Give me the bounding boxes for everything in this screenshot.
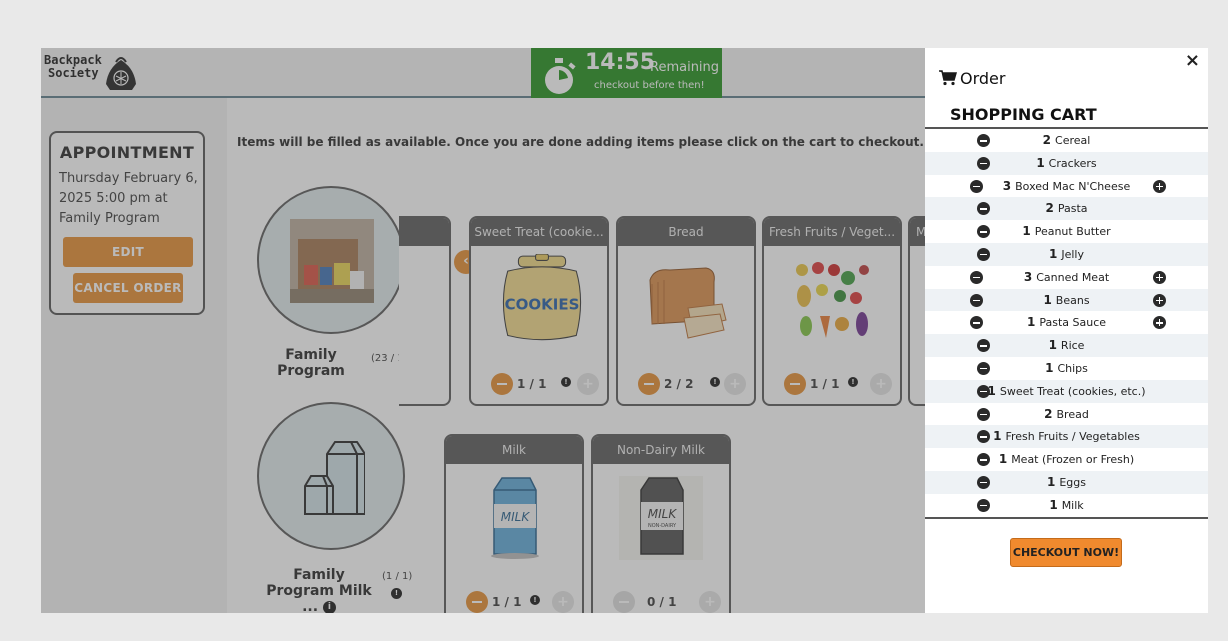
cart-item: 1 Crackers [925,151,1208,176]
cart-item-name: Milk [1061,498,1084,512]
remove-item-icon[interactable] [970,293,983,307]
remove-item-icon[interactable] [977,475,990,489]
remove-item-icon[interactable] [977,247,990,261]
cart-item-qty: 3 [1023,269,1033,284]
cart-item-qty: 1 [1046,474,1056,489]
cart-item: 2 Cereal [925,129,1208,152]
cart-item-label: 1 Sweet Treat (cookies, etc.) [925,380,1208,404]
cart-item-label: 1 Chips [925,357,1208,381]
cart-item: 1 Meat (Frozen or Fresh) [925,448,1208,471]
cart-item-label: 1 Eggs [925,471,1208,495]
shopping-cart-icon [939,70,957,86]
cart-item-label: 2 Cereal [925,129,1208,153]
cart-item-name: Cereal [1055,134,1091,147]
cart-item: 1 Beans [925,288,1208,312]
order-label: Order [960,69,1006,88]
cart-item-qty: 2 [1042,133,1052,147]
cart-item-qty: 1 [1022,224,1031,239]
cart-list: 2 Cereal 1 Crackers 3 Boxed Mac N'Cheese 2 Past… [925,127,1208,519]
cart-item-name: Peanut Butter [1034,225,1111,239]
cart-item: 1 Pasta Sauce [925,311,1208,334]
cart-item-qty: 1 [1049,246,1058,261]
cart-item-label: 1 Fresh Fruits / Vegetables [925,425,1208,449]
cart-item: 1 Milk [925,494,1208,517]
cart-item: 1 Chips [925,357,1208,380]
cart-item-name: Rice [1060,339,1085,353]
cart-item-label: 1 Rice [925,334,1208,358]
cart-item: 3 Canned Meat [925,266,1208,289]
remove-item-icon[interactable] [977,361,990,375]
cart-item-name: Beans [1055,293,1090,307]
cart-item-label: 2 Bread [925,403,1208,427]
cart-item-qty: 2 [1044,406,1053,421]
cart-item: 1 Sweet Treat (cookies, etc.) [925,379,1208,404]
cart-item-label: 1 Peanut Butter [925,220,1208,244]
cart-item: 3 Boxed Mac N'Cheese [925,175,1208,198]
cart-item-qty: 1 [1043,292,1052,307]
remove-item-icon[interactable] [977,134,990,147]
cart-item-qty: 1 [1026,315,1036,330]
cart-item: 1 Eggs [925,470,1208,495]
cart-item-qty: 1 [993,429,1002,444]
cart-item-label: 1 Jelly [925,243,1208,267]
cart-item-name: Pasta Sauce [1039,316,1107,330]
cart-item-name: Bread [1056,407,1089,421]
cart-item-name: Pasta [1057,202,1088,216]
cart-item-name: Canned Meat [1036,270,1110,284]
cart-item-label: 2 Pasta [925,197,1208,221]
remove-item-icon[interactable] [977,384,990,398]
cart-item-label: 1 Meat (Frozen or Fresh) [925,448,1208,472]
cart-item-name: Sweet Treat (cookies, etc.) [999,384,1146,398]
cart-item-label: 1 Crackers [925,152,1208,176]
cart-item-name: Chips [1057,361,1088,375]
cart-item: 2 Pasta [925,197,1208,221]
cart-item-name: Crackers [1048,156,1097,170]
cart-item-qty: 2 [1045,201,1054,216]
remove-item-icon[interactable] [970,179,983,193]
cart-item-qty: 1 [1036,155,1045,170]
remove-item-icon[interactable] [970,270,983,284]
main-area: Backpack Society 14:55 Remaining checkou… [41,48,938,613]
cart-item-qty: 1 [998,452,1008,467]
cart-item-qty: 1 [1045,360,1054,375]
order-panel: × Order SHOPPING CART 2 Cereal 1 Crackers 3 B… [925,48,1208,613]
cart-item-name: Boxed Mac N'Cheese [1015,179,1131,193]
cart-item-label: 1 Milk [925,494,1208,518]
cart-item-qty: 1 [1049,497,1058,512]
add-item-icon[interactable] [1153,270,1166,284]
cart-item-name: Meat (Frozen or Fresh) [1011,453,1135,467]
remove-item-icon[interactable] [977,407,990,421]
remove-item-icon[interactable] [977,156,990,170]
checkout-button[interactable]: CHECKOUT NOW! [1010,538,1122,567]
cart-item-qty: 3 [1002,178,1012,193]
cart-item: 1 Peanut Butter [925,220,1208,243]
cart-item-name: Jelly [1061,247,1084,261]
cart-item: 1 Rice [925,334,1208,357]
cart-item-name: Eggs [1059,475,1086,489]
order-heading: Order [939,69,1005,88]
cart-item-qty: 1 [1048,338,1057,353]
shopping-cart-title: SHOPPING CART [950,105,1097,124]
modal-overlay[interactable] [41,48,925,613]
add-item-icon[interactable] [1153,179,1166,193]
cart-item: 1 Fresh Fruits / Vegetables [925,425,1208,449]
remove-item-icon[interactable] [977,498,990,512]
add-item-icon[interactable] [1153,293,1166,307]
close-icon[interactable]: × [1185,50,1200,71]
app-window: Backpack Society 14:55 Remaining checkou… [41,48,1208,613]
cart-item-name: Fresh Fruits / Vegetables [1005,430,1140,444]
cart-item: 1 Jelly [925,242,1208,267]
cart-item: 2 Bread [925,403,1208,426]
